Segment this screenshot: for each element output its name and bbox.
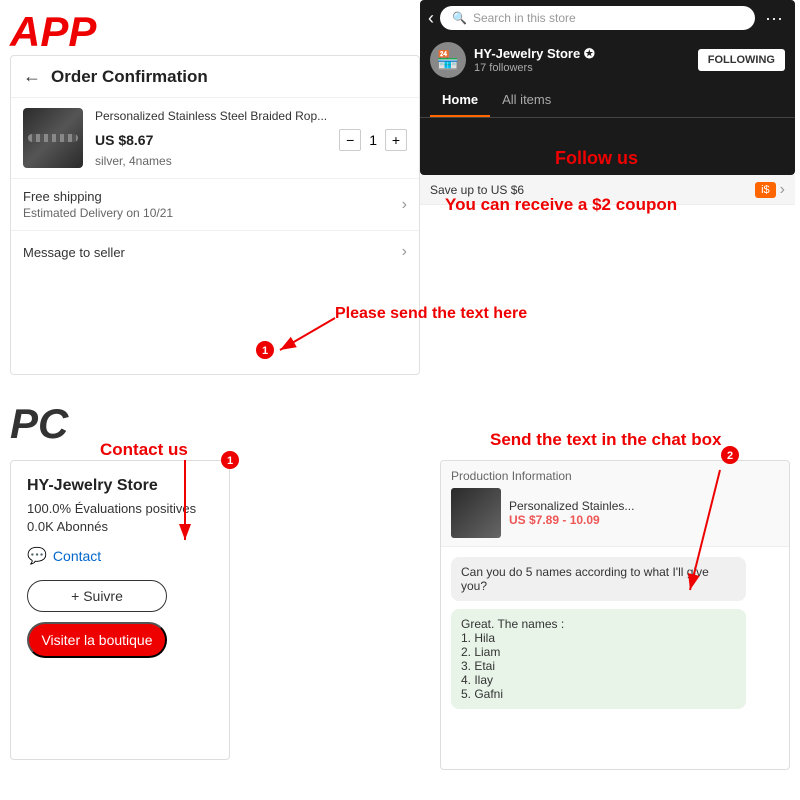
shipping-delivery: Estimated Delivery on 10/21 (23, 206, 173, 220)
annotation-contact-us: Contact us (100, 440, 188, 460)
contact-label: Contact (53, 548, 101, 564)
following-button[interactable]: FOLLOWING (698, 49, 785, 71)
annotation-send-text: Please send the text here (335, 305, 527, 323)
quantity-value: 1 (369, 132, 377, 148)
search-box[interactable]: 🔍 Search in this store (440, 6, 755, 30)
store-nav: Home All items (420, 84, 795, 118)
store-details: HY-Jewelry Store ✪ 17 followers (474, 46, 698, 74)
chat-product-details: Personalized Stainles... US $7.89 - 10.0… (509, 499, 634, 527)
app-label: APP (10, 8, 96, 56)
store-info-row: 🏪 HY-Jewelry Store ✪ 17 followers FOLLOW… (420, 36, 795, 84)
pc-visit-button[interactable]: Visiter la boutique (27, 622, 167, 658)
more-options-icon[interactable]: ··· (761, 8, 787, 29)
banner-arrow-icon: › (780, 181, 785, 199)
product-name: Personalized Stainless Steel Braided Rop… (95, 109, 407, 123)
back-arrow-icon[interactable]: ← (23, 66, 41, 87)
production-info-label: Production Information (451, 469, 572, 483)
store-followers: 17 followers (474, 62, 698, 74)
verified-icon: ✪ (584, 46, 595, 61)
shipping-row[interactable]: Free shipping Estimated Delivery on 10/2… (11, 179, 419, 231)
chat-product-name: Personalized Stainles... (509, 499, 634, 513)
chat-messages: Can you do 5 names according to what I'l… (441, 547, 789, 719)
pc-store-panel: HY-Jewelry Store 100.0% Évaluations posi… (10, 460, 230, 760)
chat-product-thumb (451, 488, 501, 538)
order-panel: ← Order Confirmation Personalized Stainl… (10, 55, 420, 375)
product-thumbnail (23, 108, 83, 168)
pc-store-name: HY-Jewelry Store (27, 477, 213, 495)
message-row[interactable]: Message to seller › (11, 231, 419, 273)
chat-user-message: Can you do 5 names according to what I'l… (451, 557, 746, 601)
chat-product-info: Production Information Personalized Stai… (441, 461, 789, 547)
pc-subscribers: 0.0K Abonnés (27, 519, 213, 534)
order-header: ← Order Confirmation (11, 56, 419, 98)
pc-label: PC (10, 400, 68, 448)
store-avatar: 🏪 (430, 42, 466, 78)
chat-seller-reply: Great. The names : 1. Hila 2. Liam 3. Et… (451, 609, 746, 709)
message-arrow-icon: › (402, 243, 407, 261)
back-chevron-icon[interactable]: ‹ (428, 8, 434, 29)
pc-chat-panel: Production Information Personalized Stai… (440, 460, 790, 770)
product-thumb-inner (23, 108, 83, 168)
annotation-follow-us: Follow us (555, 148, 638, 169)
annotation-coupon: You can receive a $2 coupon (445, 195, 677, 215)
search-icon: 🔍 (452, 11, 467, 25)
nav-home-item[interactable]: Home (430, 84, 490, 117)
shipping-title: Free shipping (23, 189, 173, 204)
chat-product-price: US $7.89 - 10.09 (509, 513, 634, 527)
contact-icon: 💬 (27, 546, 47, 566)
decrease-qty-button[interactable]: − (339, 129, 361, 151)
pc-contact-link[interactable]: 💬 Contact (27, 546, 213, 566)
store-name: HY-Jewelry Store ✪ (474, 46, 698, 62)
chat-thumb-inner (451, 488, 501, 538)
pc-follow-button[interactable]: + Suivre (27, 580, 167, 612)
product-variant: silver, 4names (95, 154, 407, 168)
shipping-info: Free shipping Estimated Delivery on 10/2… (23, 189, 173, 220)
product-price-row: US $8.67 − 1 + (95, 129, 407, 151)
pc-rating: 100.0% Évaluations positives (27, 501, 213, 516)
product-price: US $8.67 (95, 132, 153, 148)
shipping-arrow-icon: › (402, 196, 407, 214)
store-search-bar: ‹ 🔍 Search in this store ··· (420, 0, 795, 36)
chat-product-row: Personalized Stainles... US $7.89 - 10.0… (451, 488, 779, 538)
increase-qty-button[interactable]: + (385, 129, 407, 151)
store-avatar-icon: 🏪 (437, 50, 459, 71)
order-title: Order Confirmation (51, 67, 208, 87)
annotation-chat-box: Send the text in the chat box (490, 430, 721, 450)
coupon-badge: i$ (755, 182, 776, 198)
order-item-row: Personalized Stainless Steel Braided Rop… (11, 98, 419, 179)
message-label: Message to seller (23, 245, 125, 260)
search-input[interactable]: Search in this store (473, 11, 576, 25)
quantity-controls: − 1 + (339, 129, 407, 151)
product-info: Personalized Stainless Steel Braided Rop… (95, 109, 407, 168)
nav-all-items[interactable]: All items (490, 84, 563, 117)
